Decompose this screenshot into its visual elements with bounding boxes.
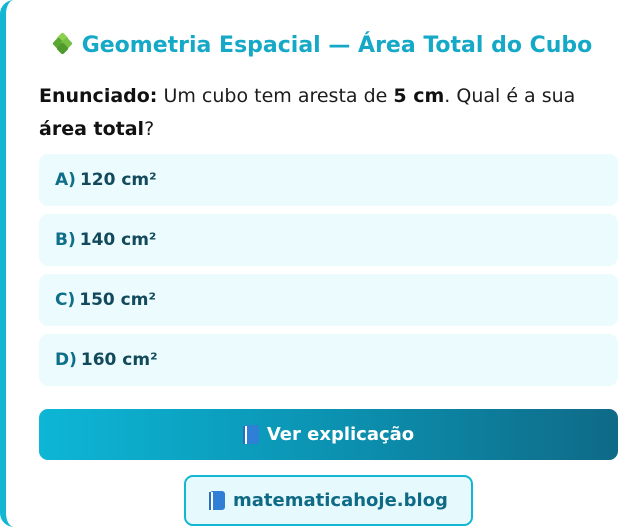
option-letter: A) [55, 170, 76, 190]
statement-edge-value: 5 cm [393, 85, 445, 107]
option-c[interactable]: C) 150 cm² [39, 274, 618, 326]
option-a[interactable]: A) 120 cm² [39, 154, 618, 206]
option-letter: B) [55, 230, 76, 250]
question-statement: Enunciado: Um cubo tem aresta de 5 cm. Q… [39, 80, 614, 146]
statement-text-1: Um cubo tem aresta de [157, 85, 394, 107]
option-b[interactable]: B) 140 cm² [39, 214, 618, 266]
puzzle-icon [51, 32, 74, 55]
option-value: 150 cm² [79, 290, 156, 310]
statement-emphasis: área total [39, 118, 145, 140]
quiz-title: Geometria Espacial — Área Total do Cubo [6, 30, 632, 62]
option-value: 140 cm² [79, 230, 157, 250]
show-explanation-button[interactable]: Ver explicação [39, 409, 618, 460]
option-letter: D) [55, 350, 77, 370]
book-icon [242, 425, 259, 444]
option-value: 160 cm² [80, 350, 158, 370]
quiz-card: Geometria Espacial — Área Total do Cubo … [0, 0, 632, 527]
book-icon [209, 491, 226, 510]
option-d[interactable]: D) 160 cm² [39, 334, 618, 386]
quiz-title-text: Geometria Espacial — Área Total do Cubo [81, 33, 593, 58]
statement-label: Enunciado: [39, 85, 158, 107]
option-letter: C) [55, 290, 76, 310]
blog-link-label: matematicahoje.blog [233, 490, 448, 511]
option-value: 120 cm² [79, 170, 157, 190]
show-explanation-label: Ver explicação [266, 424, 415, 445]
statement-text-3: ? [144, 118, 155, 140]
blog-link[interactable]: matematicahoje.blog [184, 475, 473, 526]
statement-text-2: . Qual é a sua [444, 85, 576, 107]
